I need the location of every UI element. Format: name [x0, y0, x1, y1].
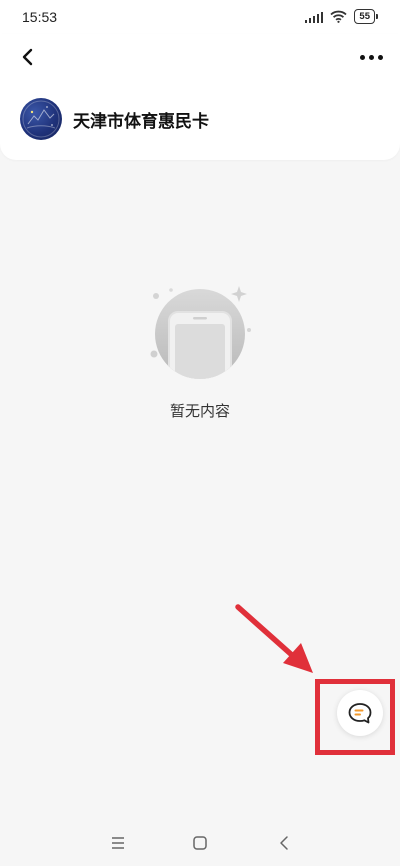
menu-icon[interactable] — [107, 832, 129, 854]
signal-icon — [304, 11, 324, 23]
avatar-logo-icon — [22, 100, 60, 138]
empty-state-text: 暂无内容 — [169, 403, 230, 420]
back-triangle-icon[interactable] — [273, 832, 295, 854]
header: 天津市体育惠民卡 — [0, 34, 400, 160]
battery-indicator: 55 — [354, 9, 378, 24]
wifi-icon — [330, 10, 348, 23]
system-nav-bar — [0, 820, 400, 866]
chevron-left-icon — [22, 48, 33, 66]
home-square-icon[interactable] — [189, 832, 211, 854]
more-dot — [368, 54, 374, 60]
account-row[interactable]: 天津市体育惠民卡 — [20, 98, 209, 140]
more-button[interactable] — [356, 46, 386, 68]
status-bar: 15:53 55 — [0, 0, 400, 34]
back-button[interactable] — [16, 44, 44, 70]
more-dot — [377, 54, 383, 60]
more-dots-icon — [359, 54, 365, 60]
battery-tip — [376, 14, 378, 19]
avatar — [20, 98, 62, 140]
screen: 15:53 55 天津市体育惠民卡 暂无内容 — [0, 0, 400, 866]
status-icons: 55 — [304, 9, 378, 24]
status-time: 15:53 — [22, 9, 58, 25]
empty-phone-icon — [150, 286, 251, 379]
battery-level: 55 — [354, 9, 375, 24]
account-name: 天津市体育惠民卡 — [73, 111, 209, 131]
highlight-box — [315, 679, 395, 755]
